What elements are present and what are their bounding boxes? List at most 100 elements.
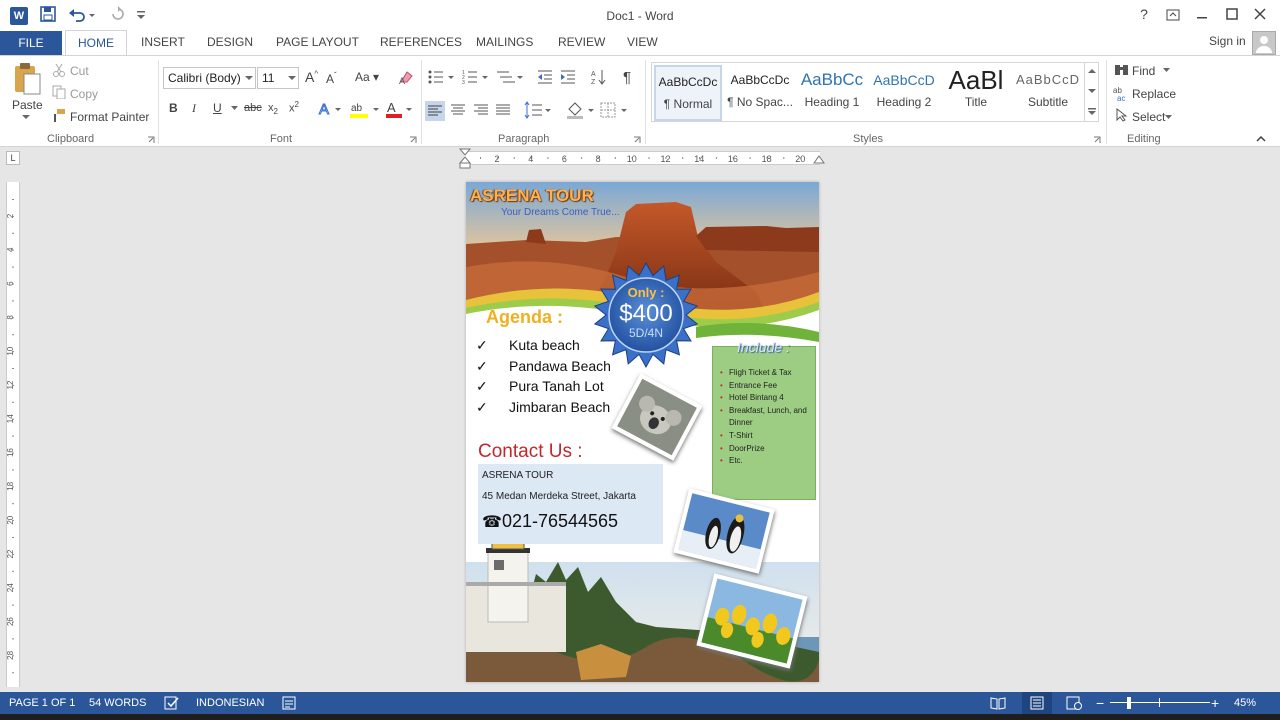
numbering-icon[interactable]: 123 (462, 69, 490, 85)
styles-more-icon[interactable] (1088, 108, 1096, 116)
multilevel-list-icon[interactable] (495, 69, 525, 85)
line-spacing-icon[interactable] (524, 101, 552, 119)
align-right-icon[interactable] (473, 103, 489, 117)
align-left-icon[interactable] (425, 101, 445, 121)
sign-in-link[interactable]: Sign in (1209, 34, 1246, 48)
font-color-icon[interactable]: A (385, 100, 417, 120)
tab-mailings[interactable]: MAILINGS (476, 35, 533, 49)
style-title[interactable]: AaBl Title (942, 65, 1010, 121)
text-effects-icon[interactable]: A (318, 100, 344, 118)
style-heading-1[interactable]: AaBbCc Heading 1 (798, 65, 866, 121)
paste-button[interactable]: Paste (12, 98, 43, 112)
collapse-ribbon-icon[interactable] (1256, 136, 1266, 142)
copy-icon[interactable] (52, 85, 66, 99)
scroll-up-icon[interactable] (1088, 69, 1096, 74)
read-mode-icon[interactable] (990, 695, 1006, 711)
superscript-icon[interactable]: x2 (289, 100, 299, 115)
show-formatting-icon[interactable]: ¶ (623, 69, 631, 86)
paste-icon[interactable] (12, 62, 42, 96)
tab-home[interactable]: HOME (65, 30, 127, 56)
subscript-icon[interactable]: x2 (268, 102, 278, 116)
page-count[interactable]: PAGE 1 OF 1 (9, 697, 75, 709)
italic-icon[interactable]: I (192, 101, 196, 116)
ruler-tick (12, 266, 14, 268)
ruler-tick (12, 300, 14, 302)
print-layout-button[interactable] (1022, 692, 1052, 714)
increase-indent-icon[interactable] (560, 69, 576, 85)
tab-page-layout[interactable]: PAGE LAYOUT (276, 35, 359, 49)
style-no-spacing[interactable]: AaBbCcDc ¶ No Spac... (726, 65, 794, 121)
align-center-icon[interactable] (450, 103, 466, 117)
clear-formatting-icon[interactable]: A (398, 69, 414, 85)
word-count[interactable]: 54 WORDS (89, 697, 146, 709)
bullets-icon[interactable] (428, 69, 456, 85)
zoom-in-icon[interactable]: + (1211, 695, 1219, 711)
macro-icon[interactable] (282, 696, 296, 710)
format-painter-icon[interactable] (52, 108, 66, 122)
highlight-icon[interactable]: ab (349, 100, 383, 120)
ribbon-display-icon[interactable] (1166, 9, 1194, 21)
change-case-button[interactable]: Aa ▾ (355, 70, 379, 84)
maximize-icon[interactable] (1226, 8, 1254, 20)
list-item: • Breakfast, Lunch, and Dinner (720, 405, 813, 430)
find-dropdown-icon[interactable] (1163, 68, 1170, 73)
replace-button[interactable]: Replace (1132, 87, 1176, 101)
tab-insert[interactable]: INSERT (141, 35, 185, 49)
borders-icon[interactable] (600, 101, 630, 119)
select-button[interactable]: Select (1132, 110, 1165, 124)
shading-icon[interactable] (566, 101, 596, 119)
right-indent-marker-icon[interactable] (813, 154, 825, 164)
justify-icon[interactable] (495, 103, 511, 117)
zoom-level[interactable]: 45% (1234, 697, 1256, 709)
style-heading-2[interactable]: AaBbCcD Heading 2 (870, 65, 938, 121)
scroll-down-icon[interactable] (1088, 89, 1096, 94)
cut-button[interactable]: Cut (70, 64, 89, 78)
style-normal[interactable]: AaBbCcDc ¶ Normal (654, 65, 722, 121)
copy-button[interactable]: Copy (70, 87, 98, 101)
font-launcher-icon[interactable] (409, 136, 417, 144)
find-icon[interactable] (1114, 63, 1130, 77)
user-icon (1256, 36, 1272, 53)
shrink-font-icon[interactable]: Aˇ (326, 71, 337, 86)
document-page[interactable]: ASRENA TOUR Your Dreams Come True... Onl… (466, 182, 819, 682)
zoom-out-icon[interactable]: − (1096, 695, 1104, 711)
decrease-indent-icon[interactable] (537, 69, 553, 85)
replace-icon[interactable]: abac (1113, 85, 1129, 101)
format-painter-button[interactable]: Format Painter (70, 110, 149, 124)
close-icon[interactable] (1254, 8, 1280, 20)
strikethrough-icon[interactable]: abc (244, 102, 262, 114)
sort-icon[interactable]: AZ (591, 68, 607, 86)
select-cursor-icon[interactable] (1116, 108, 1128, 122)
find-button[interactable]: Find (1132, 64, 1155, 78)
indent-marker-icon[interactable] (459, 148, 471, 170)
clipboard-launcher-icon[interactable] (147, 136, 155, 144)
horizontal-ruler[interactable]: 2468101214161820 (464, 151, 820, 165)
style-subtitle[interactable]: AaBbCcD Subtitle (1014, 65, 1082, 121)
tab-file[interactable]: FILE (0, 31, 62, 55)
tab-view[interactable]: VIEW (627, 35, 658, 49)
font-family-select[interactable]: Calibri (Body) (163, 67, 256, 89)
web-layout-icon[interactable] (1066, 695, 1082, 711)
paragraph-launcher-icon[interactable] (633, 136, 641, 144)
proofing-icon[interactable] (164, 696, 180, 710)
help-button[interactable]: ? (1130, 6, 1158, 22)
tab-selector-icon[interactable]: L (6, 151, 20, 165)
avatar[interactable] (1252, 31, 1276, 55)
paste-dropdown-icon[interactable] (22, 115, 30, 121)
select-dropdown-icon[interactable] (1165, 115, 1172, 120)
tab-review[interactable]: REVIEW (558, 35, 605, 49)
language-indicator[interactable]: INDONESIAN (196, 697, 264, 709)
bold-icon[interactable]: B (169, 101, 178, 115)
vertical-ruler[interactable]: 2 4 6 8 10 12 14 16 18 20 22 24 26 28 (6, 182, 20, 687)
underline-icon[interactable]: U (213, 101, 222, 115)
zoom-slider[interactable] (1110, 702, 1210, 703)
zoom-slider-thumb[interactable] (1127, 697, 1132, 709)
style-name: Title (964, 95, 988, 109)
grow-font-icon[interactable]: A^ (305, 69, 318, 85)
minimize-icon[interactable] (1196, 8, 1224, 20)
cut-icon[interactable] (52, 63, 66, 77)
tab-design[interactable]: DESIGN (207, 35, 253, 49)
underline-dropdown-icon[interactable] (231, 106, 238, 111)
styles-launcher-icon[interactable] (1093, 136, 1101, 144)
tab-references[interactable]: REFERENCES (380, 35, 462, 49)
